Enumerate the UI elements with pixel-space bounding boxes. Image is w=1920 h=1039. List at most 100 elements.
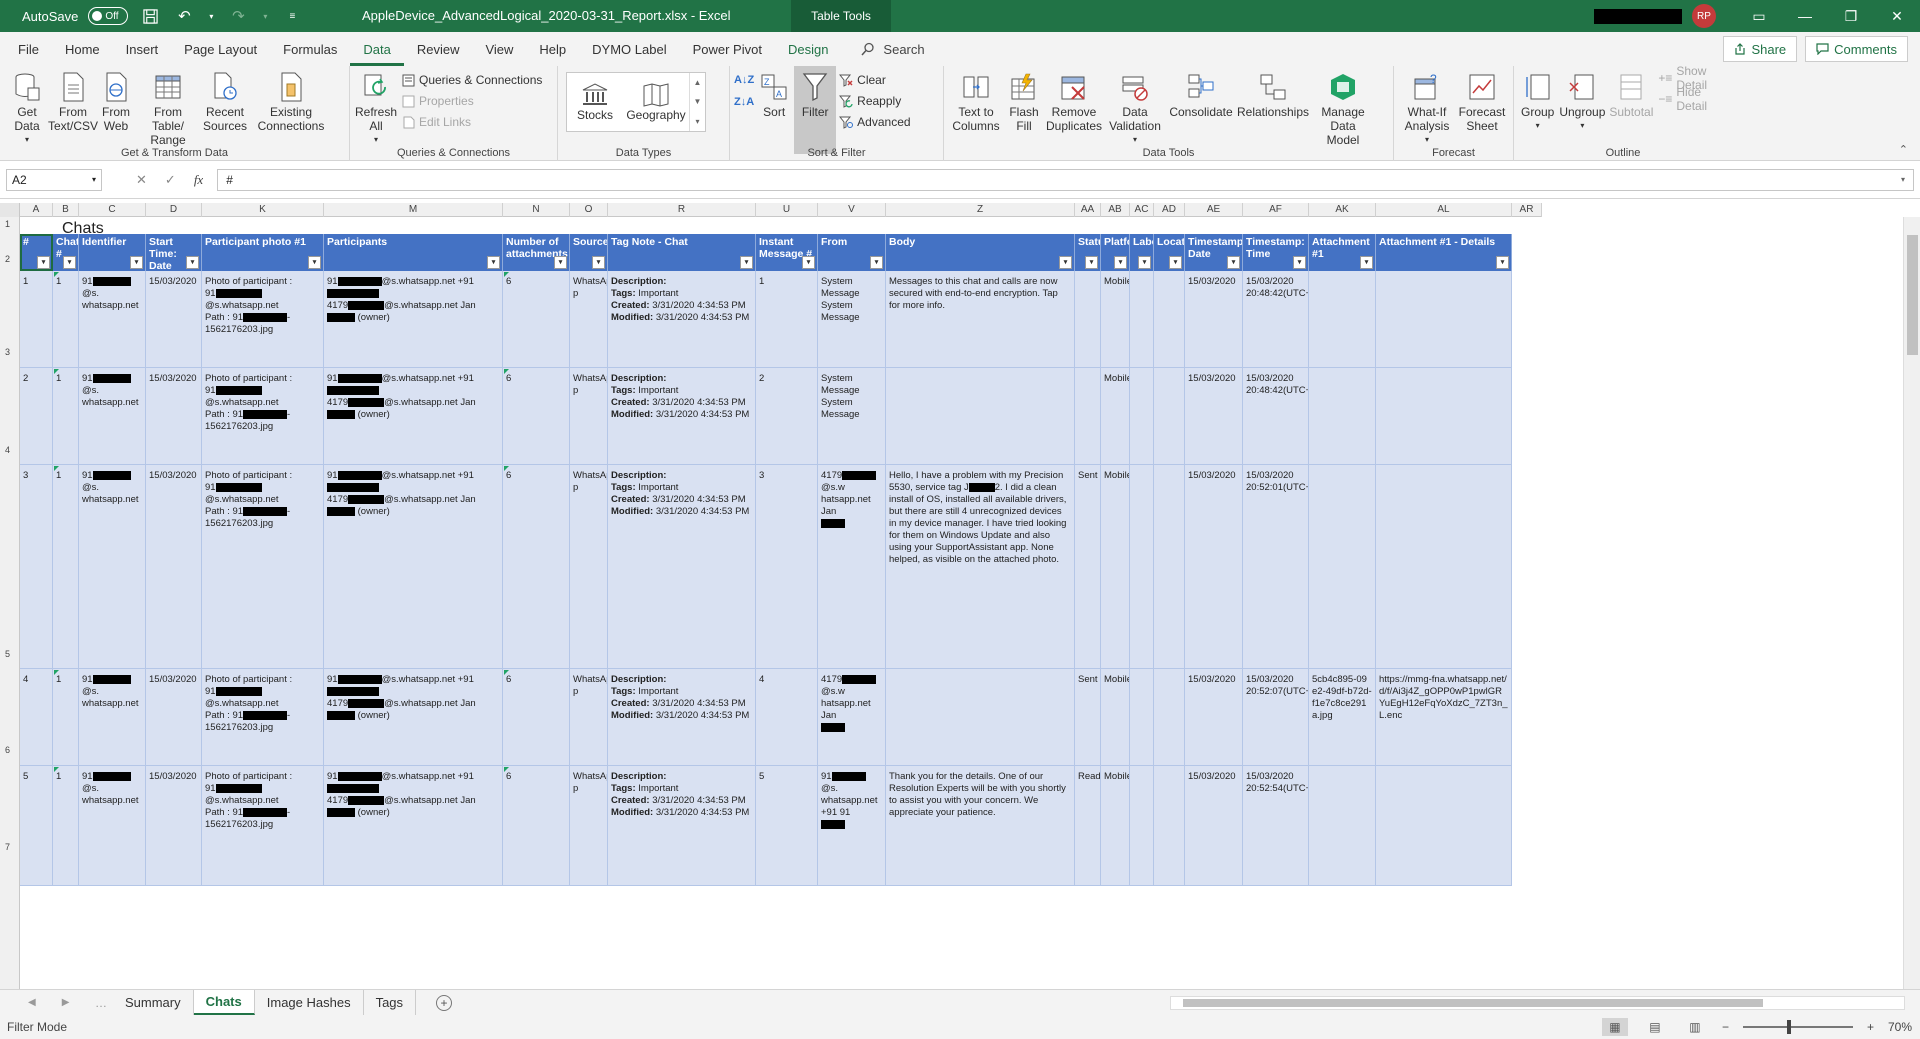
table-cell[interactable]: 15/03/2020 <box>1185 766 1243 886</box>
table-cell[interactable] <box>1376 368 1512 465</box>
row-header[interactable]: 1 <box>0 219 20 229</box>
filter-dropdown-icon[interactable]: ▾ <box>1169 256 1182 269</box>
tab-home[interactable]: Home <box>52 32 113 66</box>
filter-dropdown-icon[interactable]: ▾ <box>37 256 50 269</box>
sort-za-icon[interactable]: Z↓A <box>734 96 754 108</box>
tab-data[interactable]: Data <box>350 32 404 66</box>
table-cell[interactable]: 6 <box>503 669 570 766</box>
ribbon-display-icon[interactable]: ▭ <box>1736 0 1782 32</box>
redo-dropdown-icon[interactable]: ▾ <box>260 4 270 28</box>
edit-links-button[interactable]: Edit Links <box>398 112 545 132</box>
zoom-slider[interactable] <box>1742 1020 1853 1034</box>
table-cell[interactable]: Mobile <box>1101 766 1130 886</box>
column-header[interactable]: AE <box>1185 203 1243 217</box>
table-cell[interactable]: Description: Tags: Important Created: 3/31… <box>608 368 756 465</box>
header-cell[interactable]: Chat # ▾ <box>53 234 79 271</box>
table-cell[interactable]: 15/03/2020 <box>146 465 202 669</box>
properties-button[interactable]: Properties <box>398 91 545 111</box>
table-cell[interactable]: 2 <box>756 368 818 465</box>
table-cell[interactable] <box>1376 465 1512 669</box>
header-cell[interactable]: Body ▾ <box>886 234 1075 271</box>
sheet-tab-chats[interactable]: Chats <box>193 990 255 1015</box>
tab-help[interactable]: Help <box>526 32 579 66</box>
table-cell[interactable]: 1 <box>756 271 818 368</box>
table-cell[interactable] <box>1309 368 1376 465</box>
table-cell[interactable] <box>1075 271 1101 368</box>
table-cell[interactable]: 91@s. whatsapp.net <box>79 669 146 766</box>
table-cell[interactable]: 15/03/2020 <box>146 766 202 886</box>
filter-dropdown-icon[interactable]: ▾ <box>1360 256 1373 269</box>
next-sheet-icon[interactable]: ▶ <box>62 997 70 1008</box>
filter-dropdown-icon[interactable]: ▾ <box>1114 256 1127 269</box>
share-button[interactable]: Share <box>1723 36 1798 62</box>
normal-view-icon[interactable]: ▦ <box>1601 1018 1628 1036</box>
table-cell[interactable]: 6 <box>503 465 570 669</box>
header-cell[interactable]: Attachment #1 ▾ <box>1309 234 1376 271</box>
table-cell[interactable] <box>1309 271 1376 368</box>
prev-sheet-icon[interactable]: ◀ <box>28 997 36 1008</box>
header-cell[interactable]: Instant Message # ▾ <box>756 234 818 271</box>
table-cell[interactable]: Photo of participant :91@s.whatsapp.net P… <box>202 271 324 368</box>
table-cell[interactable]: 91@s. whatsapp.net +91 91 <box>818 766 886 886</box>
table-cell[interactable]: Mobile <box>1101 368 1130 465</box>
column-header[interactable]: D <box>146 203 202 217</box>
tab-page-layout[interactable]: Page Layout <box>171 32 270 66</box>
tab-insert[interactable]: Insert <box>113 32 172 66</box>
filter-dropdown-icon[interactable]: ▾ <box>1138 256 1151 269</box>
table-cell[interactable]: WhatsAp p <box>570 465 608 669</box>
table-cell[interactable]: 1 <box>53 669 79 766</box>
filter-dropdown-icon[interactable]: ▾ <box>1085 256 1098 269</box>
header-cell[interactable]: From ▾ <box>818 234 886 271</box>
restore-button[interactable]: ❐ <box>1828 0 1874 32</box>
table-cell[interactable]: 4179@s.w hatsapp.net Jan <box>818 465 886 669</box>
table-cell[interactable] <box>1130 669 1154 766</box>
table-cell[interactable]: https://mmg-fna.whatsapp.net/d/f/Ai3j4Z_… <box>1376 669 1512 766</box>
column-header[interactable]: K <box>202 203 324 217</box>
vertical-scrollbar[interactable] <box>1903 217 1920 989</box>
page-layout-view-icon[interactable]: ▤ <box>1642 1018 1668 1036</box>
tab-file[interactable]: File <box>5 32 52 66</box>
table-cell[interactable] <box>1309 766 1376 886</box>
column-header[interactable]: Z <box>886 203 1075 217</box>
row-header[interactable]: 2 <box>0 254 20 264</box>
filter-button[interactable]: Filter <box>794 66 837 154</box>
table-cell[interactable]: WhatsAp p <box>570 766 608 886</box>
table-cell[interactable] <box>1154 271 1185 368</box>
table-cell[interactable] <box>1309 465 1376 669</box>
tab-power-pivot[interactable]: Power Pivot <box>680 32 775 66</box>
column-header[interactable]: AL <box>1376 203 1512 217</box>
table-cell[interactable]: 91 @s.whatsapp.net +91 4179 @s.whatsapp.net… <box>324 766 503 886</box>
table-cell[interactable]: Description: Tags: Important Created: 3/31… <box>608 271 756 368</box>
table-cell[interactable] <box>1154 669 1185 766</box>
table-cell[interactable]: Description: Tags: Important Created: 3/31… <box>608 669 756 766</box>
table-cell[interactable]: Description: Tags: Important Created: 3/31… <box>608 465 756 669</box>
redo-icon[interactable]: ↷ <box>226 4 250 28</box>
stocks-button[interactable]: Stocks <box>567 73 623 131</box>
column-header[interactable]: B <box>53 203 79 217</box>
filter-dropdown-icon[interactable]: ▾ <box>1293 256 1306 269</box>
close-button[interactable]: ✕ <box>1874 0 1920 32</box>
table-cell[interactable]: Read <box>1075 766 1101 886</box>
row-header[interactable]: 6 <box>0 745 20 755</box>
column-header[interactable]: N <box>503 203 570 217</box>
table-cell[interactable]: 1 <box>53 465 79 669</box>
table-cell[interactable]: 91 @s.whatsapp.net +91 4179 @s.whatsapp.net… <box>324 271 503 368</box>
table-cell[interactable]: Sent <box>1075 465 1101 669</box>
header-cell[interactable]: # ▾ <box>20 234 53 271</box>
header-cell[interactable]: Timestamp: Time ▾ <box>1243 234 1309 271</box>
undo-icon[interactable]: ↶ <box>172 4 196 28</box>
table-cell[interactable]: 15/03/2020 <box>146 669 202 766</box>
table-cell[interactable] <box>1130 271 1154 368</box>
table-cell[interactable] <box>886 669 1075 766</box>
tab-design[interactable]: Design <box>775 32 841 66</box>
table-cell[interactable] <box>1154 766 1185 886</box>
name-box[interactable]: A2 ▾ <box>6 168 102 191</box>
clear-button[interactable]: Clear <box>836 70 913 90</box>
reapply-button[interactable]: Reapply <box>836 91 913 111</box>
column-header[interactable]: U <box>756 203 818 217</box>
table-cell[interactable]: 1 <box>20 271 53 368</box>
page-break-view-icon[interactable]: ▥ <box>1682 1018 1708 1036</box>
table-cell[interactable]: 15/03/2020 <box>146 368 202 465</box>
autosave-toggle[interactable]: Off <box>88 7 129 25</box>
zoom-in-icon[interactable]: + <box>1867 1020 1874 1034</box>
